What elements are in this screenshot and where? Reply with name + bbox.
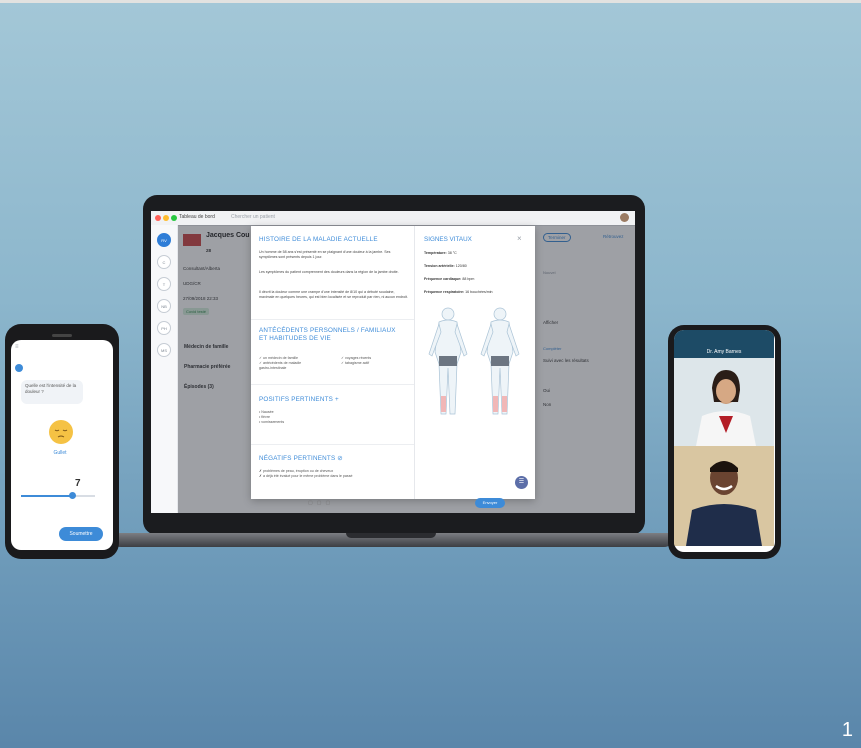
past-history-title: ANTÉCÉDENTS PERSONNELS / FAMILIAUX ET HA… — [259, 327, 396, 342]
vital-row: Fréquence respiratoire: 16 bouchées/min — [424, 290, 493, 294]
app-titlebar: Tableau de bord Chercher un patient — [151, 211, 635, 226]
body-diagram-icon[interactable] — [421, 304, 529, 424]
section-divider — [251, 319, 414, 320]
pain-value: 7 — [75, 478, 81, 489]
question-bubble: Quelle est l'intensité de la douleur ? — [21, 380, 83, 404]
sad-face-icon — [49, 420, 73, 444]
hpi-paragraph-3: Il décrit la douleur comme une crampe d'… — [259, 290, 409, 299]
hpi-paragraph-2: Les symptômes du patient comprennent des… — [259, 270, 399, 274]
toolbar-icons[interactable]: ▢▢▢ — [308, 500, 334, 506]
pertinent-negatives-title: NÉGATIFS PERTINENTS ⊘ — [259, 455, 343, 462]
chat-icon[interactable]: ☰ — [515, 476, 528, 489]
past-item: ✓ tabagisme actif — [341, 361, 370, 365]
summary-modal: HISTOIRE DE LA MALADIE ACTUELLE Un homme… — [251, 226, 535, 499]
left-phone-screen: ≡ Quelle est l'intensité de la douleur ?… — [11, 340, 113, 550]
pain-location-label: Gullet — [53, 450, 67, 456]
vital-row: Fréquence cardiaque: 88 bpm — [424, 277, 475, 281]
nav-item-2[interactable]: T — [157, 277, 171, 291]
past-history-col2: ✓ voyages récents ✓ tabagisme actif — [341, 356, 371, 366]
modal-column-divider — [414, 226, 415, 499]
doctor-name: Dr. Amy Barnes — [674, 330, 774, 358]
close-icon[interactable]: × — [517, 234, 522, 243]
maximize-dot-icon[interactable] — [171, 215, 177, 221]
submit-button[interactable]: Soumettre — [59, 527, 103, 541]
pain-slider-fill — [21, 495, 73, 497]
pain-slider-handle[interactable] — [69, 492, 77, 499]
pertinent-positives-title: POSITIFS PERTINENTS + — [259, 396, 339, 403]
pertinent-negatives-list: ✗ problèmes de peau, éruption ou de chev… — [259, 469, 353, 479]
nav-item-1[interactable]: C — [157, 255, 171, 269]
slide: Tableau de bord Chercher un patient RV C… — [0, 0, 861, 748]
past-item: gastro-intestinale — [259, 366, 287, 370]
section-divider — [251, 444, 414, 445]
patient-search-input[interactable]: Chercher un patient — [231, 214, 275, 220]
pertinent-positives-list: • Nausée • fièvre • vomissements — [259, 410, 284, 425]
pain-slider[interactable] — [21, 492, 95, 499]
left-phone: ≡ Quelle est l'intensité de la douleur ?… — [5, 324, 119, 559]
vital-row: Tension artérielle: 120/80 — [424, 264, 467, 268]
menu-icon[interactable]: ≡ — [15, 344, 19, 350]
assistant-icon — [15, 364, 23, 372]
nav-item-4[interactable]: PH — [157, 321, 171, 335]
phone-speaker — [52, 334, 72, 337]
nav-item-5[interactable]: MS — [157, 343, 171, 357]
right-phone-screen: Dr. Amy Barnes — [674, 330, 775, 552]
vitals-title: SIGNES VITAUX — [424, 236, 472, 243]
nav-item-0[interactable]: RV — [157, 233, 171, 247]
minimize-dot-icon[interactable] — [163, 215, 169, 221]
doctor-video — [674, 358, 774, 446]
tab-dashboard[interactable]: Tableau de bord — [179, 214, 215, 220]
section-divider — [251, 384, 414, 385]
negative-item: ✗ a déjà été évalué pour le même problèm… — [259, 474, 353, 478]
avatar[interactable] — [620, 213, 629, 222]
laptop-screen: Tableau de bord Chercher un patient RV C… — [151, 211, 635, 513]
close-dot-icon[interactable] — [155, 215, 161, 221]
slide-number: 1 — [841, 719, 853, 741]
hpi-title: HISTOIRE DE LA MALADIE ACTUELLE — [259, 236, 378, 243]
laptop-notch — [346, 533, 436, 538]
right-phone: Dr. Amy Barnes — [668, 325, 781, 559]
vital-row: Température: 38 °C — [424, 251, 457, 255]
hpi-paragraph-1: Un homme de 58 ans s'est présenté en se … — [259, 250, 391, 259]
send-button[interactable]: Envoyer — [475, 498, 505, 508]
past-history-col1: ✓ un médecin de famille ✓ antécédents de… — [259, 356, 301, 371]
nav-item-3[interactable]: NB — [157, 299, 171, 313]
nav-rail: RV C T NB PH MS — [151, 225, 178, 513]
positive-item: • vomissements — [259, 420, 285, 424]
patient-video — [674, 446, 774, 546]
